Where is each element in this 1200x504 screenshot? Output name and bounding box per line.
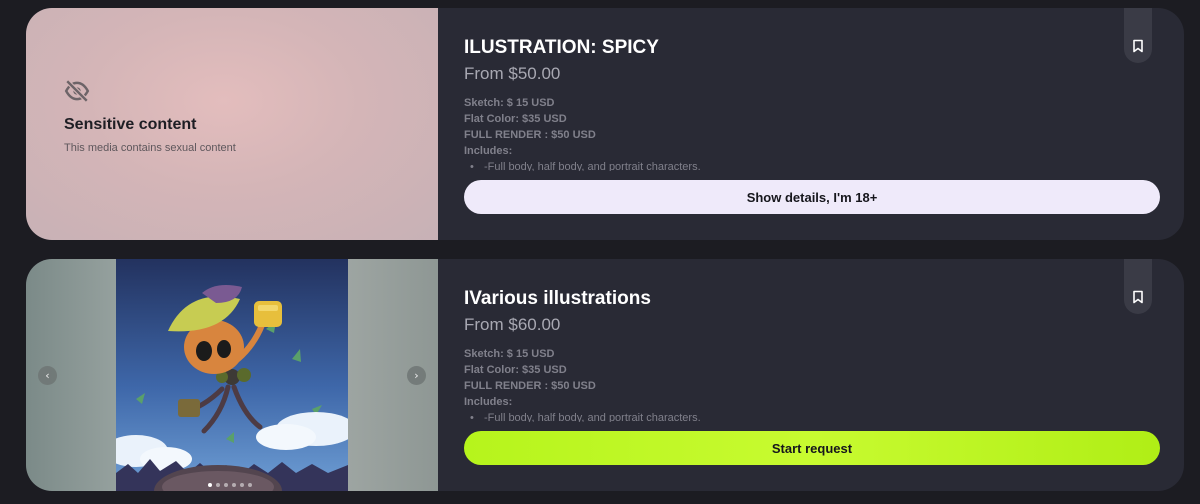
image-gallery[interactable]: ‹ › xyxy=(26,259,438,491)
gallery-image[interactable] xyxy=(116,259,348,491)
gallery-prev-button[interactable]: ‹ xyxy=(38,366,57,385)
eye-off-icon xyxy=(64,79,90,103)
pagination-dot[interactable] xyxy=(232,483,236,487)
pagination-dot[interactable] xyxy=(216,483,220,487)
full-render-price: FULL RENDER : $50 USD xyxy=(464,129,596,141)
pagination-dot[interactable] xyxy=(208,483,212,487)
includes-item: • -Full body, half body, and portrait cha… xyxy=(464,410,1164,422)
gallery-next-button[interactable]: › xyxy=(407,366,426,385)
pagination-dot[interactable] xyxy=(224,483,228,487)
listing-price: From $60.00 xyxy=(464,315,561,334)
sensitive-media-cover[interactable]: Sensitive content This media contains se… xyxy=(26,8,438,240)
gallery-pagination xyxy=(208,483,252,487)
bookmark-button[interactable] xyxy=(1124,8,1152,63)
includes-item: • -Full body, half body, and portrait cha… xyxy=(464,159,1164,171)
bullet-icon: • xyxy=(470,412,474,422)
show-details-button[interactable]: Show details, I'm 18+ xyxy=(464,180,1160,214)
includes-label: Includes: xyxy=(464,145,513,157)
sketch-price: Sketch: $ 15 USD xyxy=(464,97,555,109)
chevron-left-icon: ‹ xyxy=(45,369,50,382)
listing-title: IVarious illustrations xyxy=(464,288,651,309)
includes-item-text: -Full body, half body, and portrait char… xyxy=(484,412,701,422)
bookmark-icon xyxy=(1133,290,1143,304)
bookmark-icon xyxy=(1133,39,1143,53)
listing-details: Sketch: $ 15 USD Flat Color: $35 USD FUL… xyxy=(464,346,1164,422)
start-request-button[interactable]: Start request xyxy=(464,431,1160,465)
includes-label: Includes: xyxy=(464,396,513,408)
listing-price: From $50.00 xyxy=(464,64,561,83)
listing-card[interactable]: ‹ › IVarious illustrations From $60.00 S… xyxy=(26,259,1184,491)
listing-details: Sketch: $ 15 USD Flat Color: $35 USD FUL… xyxy=(464,95,1164,171)
pagination-dot[interactable] xyxy=(240,483,244,487)
bookmark-button[interactable] xyxy=(1124,259,1152,314)
listing-card[interactable]: Sensitive content This media contains se… xyxy=(26,8,1184,240)
full-render-price: FULL RENDER : $50 USD xyxy=(464,380,596,392)
listing-title: ILUSTRATION: SPICY xyxy=(464,37,659,58)
bullet-icon: • xyxy=(470,161,474,171)
flat-color-price: Flat Color: $35 USD xyxy=(464,364,567,376)
sensitive-content-subtitle: This media contains sexual content xyxy=(64,142,236,154)
includes-item-text: -Full body, half body, and portrait char… xyxy=(484,161,701,171)
flat-color-price: Flat Color: $35 USD xyxy=(464,113,567,125)
chevron-right-icon: › xyxy=(414,369,419,382)
sensitive-content-title: Sensitive content xyxy=(64,116,197,133)
pagination-dot[interactable] xyxy=(248,483,252,487)
sketch-price: Sketch: $ 15 USD xyxy=(464,348,555,360)
